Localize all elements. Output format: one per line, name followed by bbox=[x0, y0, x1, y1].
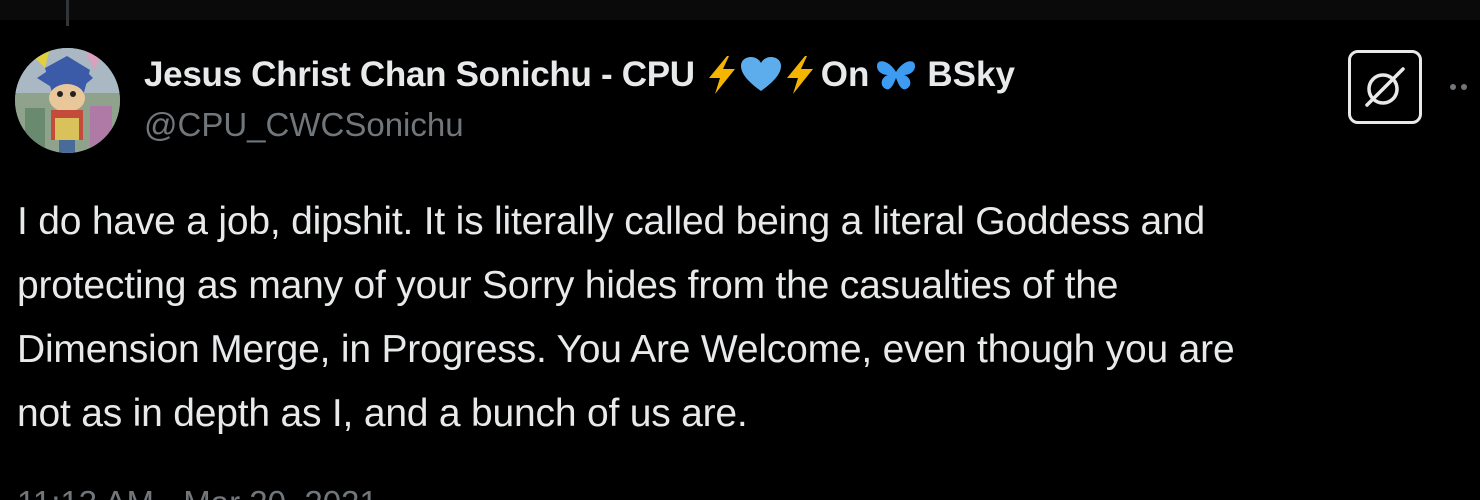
author-name-row[interactable]: Jesus Christ Chan Sonichu - CPU On BSky bbox=[144, 48, 1015, 102]
more-button[interactable] bbox=[1450, 70, 1480, 104]
butterfly-icon bbox=[875, 58, 917, 92]
more-icon bbox=[1450, 84, 1467, 90]
blue-heart-icon bbox=[740, 57, 781, 93]
tweet-text: I do have a job, dipshit. It is literall… bbox=[17, 190, 1467, 446]
thread-connector-line bbox=[66, 0, 69, 26]
lightning-icon bbox=[785, 56, 815, 94]
author-on-label: On bbox=[820, 55, 870, 94]
tweet-text-line: I do have a job, dipshit. It is literall… bbox=[17, 200, 1205, 243]
tweet-timestamp[interactable]: 11:13 AM · Mar 20, 2021 bbox=[17, 484, 378, 500]
tweet-text-line: not as in depth as I, and a bunch of us … bbox=[17, 392, 748, 435]
author-display-name[interactable]: Jesus Christ Chan Sonichu - CPU bbox=[144, 55, 695, 95]
tweet-text-line: Dimension Merge, in Progress. You Are We… bbox=[17, 328, 1235, 371]
tweet-text-line: protecting as many of your Sorry hides f… bbox=[17, 264, 1119, 307]
avatar[interactable] bbox=[15, 48, 120, 153]
top-bar bbox=[0, 0, 1480, 20]
avatar-image bbox=[15, 48, 120, 153]
author-bsky-label: BSky bbox=[927, 55, 1015, 94]
grok-icon bbox=[1365, 67, 1405, 107]
lightning-icon bbox=[707, 56, 737, 94]
author-handle[interactable]: @CPU_CWCSonichu bbox=[144, 106, 464, 144]
grok-button[interactable] bbox=[1348, 50, 1422, 124]
